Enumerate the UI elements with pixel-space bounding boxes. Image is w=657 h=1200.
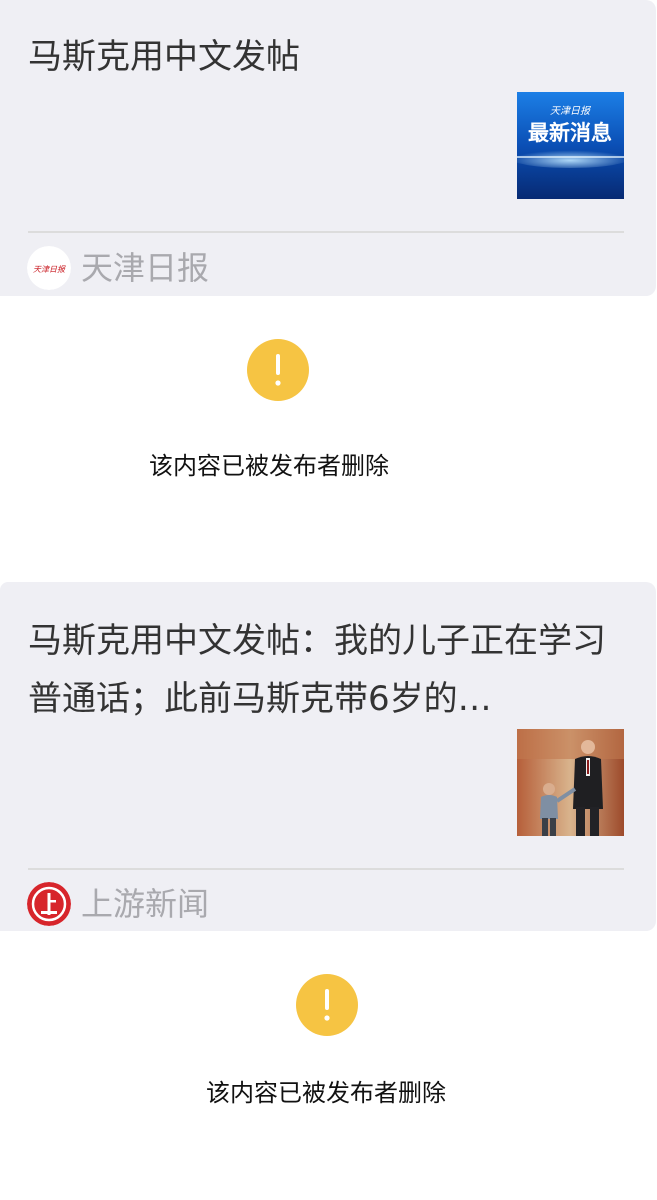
deleted-notice: 该内容已被发布者删除: [0, 931, 657, 1200]
deleted-notice-text: 该内容已被发布者删除: [149, 452, 389, 480]
article-card[interactable]: 马斯克用中文发帖：我的儿子正在学习普通话；此前马斯克带6岁的… 上游新闻: [0, 582, 656, 931]
article-title[interactable]: 马斯克用中文发帖: [28, 28, 300, 86]
article-title[interactable]: 马斯克用中文发帖：我的儿子正在学习普通话；此前马斯克带6岁的…: [28, 612, 618, 728]
deleted-notice: 该内容已被发布者删除: [0, 296, 657, 582]
source-name[interactable]: 上游新闻: [81, 882, 209, 926]
card-divider: [28, 231, 624, 233]
thumbnail-masthead: 天津日报: [550, 105, 591, 117]
article-card[interactable]: 马斯克用中文发帖 天津日报 最新消息 天津日报 天津日报: [0, 0, 656, 296]
tianjin-daily-logo: 天津日报: [27, 246, 71, 290]
source-logo-text: 天津日报: [33, 265, 66, 274]
shangyou-news-logo: [27, 882, 71, 926]
photo-thumbnail[interactable]: [517, 729, 624, 836]
warning-icon: [296, 974, 358, 1036]
source-name[interactable]: 天津日报: [81, 246, 209, 290]
source-row[interactable]: 上游新闻: [27, 882, 209, 926]
source-row[interactable]: 天津日报 天津日报: [27, 246, 209, 290]
news-broadcast-thumbnail[interactable]: 天津日报 最新消息: [517, 92, 624, 199]
feed: 马斯克用中文发帖 天津日报 最新消息 天津日报 天津日报 该内容已被发布者删除 …: [0, 0, 657, 1200]
thumbnail-caption: 最新消息: [528, 121, 612, 145]
warning-icon: [247, 339, 309, 401]
card-divider: [28, 868, 624, 870]
deleted-notice-text: 该内容已被发布者删除: [206, 1079, 446, 1107]
